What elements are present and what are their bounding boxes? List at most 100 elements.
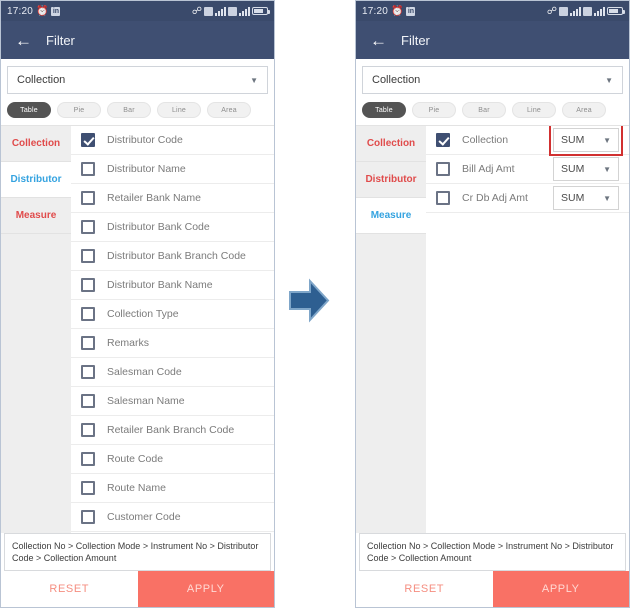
measure-list-right[interactable]: Collection SUM ▼ Bill Adj Amt SUM ▼ Cr Db Adj … [426, 126, 629, 533]
footer-actions: RESET APPLY [1, 571, 274, 607]
signal-bars-icon-2 [570, 6, 581, 16]
battery-icon-2 [607, 7, 625, 15]
checkbox-icon[interactable] [81, 365, 95, 379]
bluetooth-icon: ☍ [191, 5, 202, 17]
chevron-down-icon: ▼ [250, 75, 258, 85]
tab-table-2[interactable]: Table [362, 102, 406, 118]
checkbox-icon[interactable] [81, 191, 95, 205]
back-arrow-icon[interactable]: ← [15, 32, 32, 49]
status-bar: 17:20 ⏰ in ☍ [1, 1, 274, 21]
tab-area-2[interactable]: Area [562, 102, 606, 118]
list-item-label: Route Name [107, 482, 166, 494]
dataset-select-2[interactable]: Collection ▼ [362, 66, 623, 94]
list-item-label: Distributor Name [107, 163, 186, 175]
tab-bar[interactable]: Bar [107, 102, 151, 118]
linkedin-icon-2: in [406, 6, 416, 16]
list-item[interactable]: Salesman Code [71, 358, 274, 387]
list-item[interactable]: Distributor Bank Name [71, 271, 274, 300]
list-item[interactable]: Retailer Bank Name [71, 184, 274, 213]
tab-bar-2[interactable]: Bar [462, 102, 506, 118]
checkbox-checked-icon[interactable] [436, 133, 450, 147]
list-item-label: Remarks [107, 337, 150, 349]
list-item[interactable]: Route Name [71, 474, 274, 503]
list-item[interactable]: Customer Code [71, 503, 274, 532]
checkbox-icon[interactable] [81, 336, 95, 350]
reset-button[interactable]: RESET [1, 571, 138, 607]
list-item[interactable]: Cr Db Adj Amt SUM ▼ [426, 184, 629, 213]
tab-area[interactable]: Area [207, 102, 251, 118]
checkbox-icon[interactable] [436, 162, 450, 176]
list-item[interactable]: Distributor Bank Code [71, 213, 274, 242]
tab-line[interactable]: Line [157, 102, 201, 118]
aggregate-select[interactable]: SUM ▼ [553, 157, 619, 181]
list-item-label: Retailer Bank Branch Code [107, 424, 235, 436]
tab-pie[interactable]: Pie [57, 102, 101, 118]
sidebar-item-collection-2[interactable]: Collection [356, 126, 426, 162]
category-sidebar-2: Collection Distributor Measure [356, 126, 426, 533]
wifi-icon [239, 6, 250, 16]
battery-icon [252, 7, 270, 15]
list-item[interactable]: Distributor Name [71, 155, 274, 184]
list-item-label: Bill Adj Amt [462, 163, 515, 175]
list-item[interactable]: Route Code [71, 445, 274, 474]
chevron-down-icon: ▼ [603, 164, 611, 174]
checkbox-icon[interactable] [81, 394, 95, 408]
list-item-label: Distributor Bank Name [107, 279, 213, 291]
checkbox-icon[interactable] [81, 220, 95, 234]
sidebar-item-collection[interactable]: Collection [1, 126, 71, 162]
tab-line-2[interactable]: Line [512, 102, 556, 118]
list-item[interactable]: Distributor Code [71, 126, 274, 155]
aggregate-select[interactable]: SUM ▼ [553, 186, 619, 210]
checkbox-checked-icon[interactable] [81, 133, 95, 147]
list-item-label: Collection [462, 134, 509, 146]
app-bar-2: ← Filter [356, 21, 629, 59]
sidebar-item-distributor-2[interactable]: Distributor [356, 162, 426, 198]
aggregate-select[interactable]: SUM ▼ [549, 126, 623, 156]
reset-button-2[interactable]: RESET [356, 571, 493, 607]
phone-screen-right: 17:20 ⏰ in ☍ ← Filter Collection ▼ Table… [355, 0, 630, 608]
sidebar-item-distributor[interactable]: Distributor [1, 162, 71, 198]
tab-table[interactable]: Table [7, 102, 51, 118]
status-bar-left-2: 17:20 ⏰ in [362, 6, 416, 17]
list-item[interactable]: Bill Adj Amt SUM ▼ [426, 155, 629, 184]
status-clock: 17:20 [7, 5, 34, 17]
screenshot-stage: 17:20 ⏰ in ☍ ← Filter Collection ▼ Table… [0, 0, 630, 608]
category-sidebar: Collection Distributor Measure [1, 126, 71, 533]
footer-actions-2: RESET APPLY [356, 571, 629, 607]
tab-pie-2[interactable]: Pie [412, 102, 456, 118]
list-item-label: Salesman Code [107, 366, 182, 378]
list-item[interactable]: Collection Type [71, 300, 274, 329]
list-item-label: Customer Code [107, 511, 181, 523]
bluetooth-icon-2: ☍ [546, 5, 557, 17]
checkbox-icon[interactable] [81, 307, 95, 321]
list-item[interactable]: Retailer Bank Branch Code [71, 416, 274, 445]
checkbox-icon[interactable] [81, 423, 95, 437]
apply-button-2[interactable]: APPLY [492, 571, 629, 607]
checkbox-icon[interactable] [81, 249, 95, 263]
field-list-left[interactable]: Distributor Code Distributor Name Retailer… [71, 126, 274, 533]
sidebar-item-measure-2[interactable]: Measure [356, 198, 426, 234]
checkbox-icon[interactable] [81, 278, 95, 292]
aggregate-select-value: SUM [561, 192, 585, 204]
alarm-icon: ⏰ [36, 5, 49, 17]
aggregate-select-value: SUM [561, 134, 585, 146]
apply-button[interactable]: APPLY [137, 571, 274, 607]
list-item[interactable]: Collection SUM ▼ [426, 126, 629, 156]
sidebar-item-measure[interactable]: Measure [1, 198, 71, 234]
checkbox-icon[interactable] [81, 452, 95, 466]
back-arrow-icon-2[interactable]: ← [370, 32, 387, 49]
checkbox-icon[interactable] [436, 191, 450, 205]
checkbox-icon[interactable] [81, 510, 95, 524]
list-item[interactable]: Remarks [71, 329, 274, 358]
list-item[interactable]: Distributor Bank Branch Code [71, 242, 274, 271]
chevron-down-icon: ▼ [603, 193, 611, 203]
list-item-label: Distributor Bank Branch Code [107, 250, 246, 262]
dataset-select[interactable]: Collection ▼ [7, 66, 268, 94]
status-bar-left: 17:20 ⏰ in [7, 5, 61, 17]
checkbox-icon[interactable] [81, 162, 95, 176]
list-item[interactable]: Salesman Name [71, 387, 274, 416]
sim-icon [204, 6, 213, 16]
status-bar-right-2: ☍ [546, 5, 625, 17]
checkbox-icon[interactable] [81, 481, 95, 495]
list-item-label: Distributor Bank Code [107, 221, 210, 233]
